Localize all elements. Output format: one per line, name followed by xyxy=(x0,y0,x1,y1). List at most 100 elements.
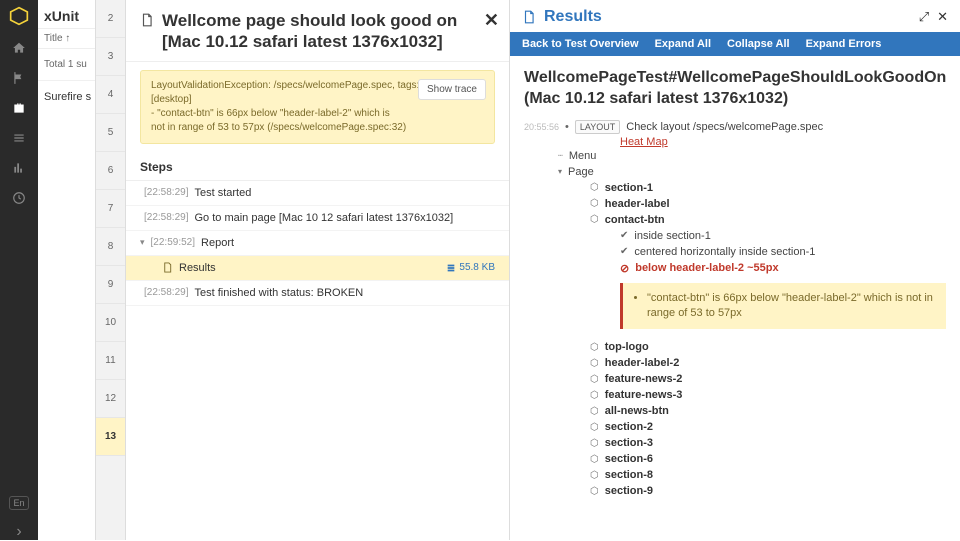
tree-node[interactable]: section-1 xyxy=(605,182,653,194)
step-row[interactable]: [22:58:29] Go to main page [Mac 10 12 sa… xyxy=(126,206,509,231)
cube-icon: ⬡ xyxy=(590,390,599,401)
briefcase-icon[interactable] xyxy=(11,100,27,116)
test-num[interactable]: 11 xyxy=(96,342,125,380)
chart-icon[interactable] xyxy=(11,160,27,176)
step-timestamp: [22:58:29] xyxy=(144,212,188,223)
caret-icon[interactable]: ┄ xyxy=(558,151,563,160)
tree-node[interactable]: section-3 xyxy=(605,437,653,449)
cube-icon: ⬡ xyxy=(590,470,599,481)
tree-node[interactable]: header-label xyxy=(605,198,670,210)
tree-node[interactable]: Menu xyxy=(569,150,597,162)
show-trace-button[interactable]: Show trace xyxy=(418,79,486,100)
exception-box: Show trace LayoutValidationException: /s… xyxy=(140,70,495,144)
cube-icon: ⬡ xyxy=(590,358,599,369)
suite-item[interactable]: Surefire s xyxy=(38,81,95,113)
chevron-down-icon[interactable]: ▾ xyxy=(140,237,145,248)
attachment-name: Results xyxy=(179,262,216,274)
tree-node[interactable]: contact-btn xyxy=(605,214,665,226)
validation-text: centered horizontally inside section-1 xyxy=(634,246,815,258)
bullet-icon: • xyxy=(565,121,569,133)
cube-icon: ⬡ xyxy=(590,454,599,465)
tree-timestamp: 20:55:56 xyxy=(524,122,559,132)
layout-tag: LAYOUT xyxy=(575,120,620,134)
test-num[interactable]: 10 xyxy=(96,304,125,342)
cube-icon: ⬡ xyxy=(590,422,599,433)
test-num[interactable]: 12 xyxy=(96,380,125,418)
suite-list-column: xUnit Title ↑ Total 1 su Surefire s xyxy=(38,0,96,540)
cube-icon: ⬡ xyxy=(590,374,599,385)
step-row[interactable]: [22:58:29] Test started xyxy=(126,181,509,206)
test-num[interactable]: 7 xyxy=(96,190,125,228)
sort-control[interactable]: Title ↑ xyxy=(38,29,95,49)
check-icon: ✔ xyxy=(620,230,628,241)
cube-icon: ⬡ xyxy=(590,198,599,209)
test-num[interactable]: 3 xyxy=(96,38,125,76)
chevron-down-icon[interactable]: ▾ xyxy=(558,167,562,176)
attachment-size: 55.8 KB xyxy=(446,262,495,273)
tree-node[interactable]: section-6 xyxy=(605,453,653,465)
language-selector[interactable]: En xyxy=(9,496,28,510)
results-toolbar: Back to Test Overview Expand All Collaps… xyxy=(510,32,960,56)
tree-node[interactable]: section-9 xyxy=(605,485,653,497)
panel-title: xUnit xyxy=(38,0,95,29)
results-heading: WellcomePageTest#WellcomePageShouldLookG… xyxy=(510,56,960,118)
error-message: "contact-btn" is 66px below "header-labe… xyxy=(647,291,936,322)
results-title: Results xyxy=(544,8,602,26)
results-panel: Results ⤢ ✕ Back to Test Overview Expand… xyxy=(510,0,960,540)
step-timestamp: [22:59:52] xyxy=(151,237,195,248)
close-icon[interactable]: ✕ xyxy=(937,9,948,25)
left-icon-sidebar: En › xyxy=(0,0,38,540)
step-text: Test started xyxy=(194,187,251,199)
back-to-overview-button[interactable]: Back to Test Overview xyxy=(522,38,639,50)
attachment-row[interactable]: Results 55.8 KB xyxy=(126,256,509,281)
exception-text: not in range of 53 to 57px (/specs/welco… xyxy=(151,121,484,135)
tree-node[interactable]: top-logo xyxy=(605,341,649,353)
tree-node[interactable]: section-2 xyxy=(605,421,653,433)
expand-errors-button[interactable]: Expand Errors xyxy=(806,38,882,50)
cube-icon: ⬡ xyxy=(590,182,599,193)
clock-icon[interactable] xyxy=(11,190,27,206)
test-num[interactable]: 13 xyxy=(96,418,125,456)
validation-error-text: below header-label-2 ~55px xyxy=(635,262,778,274)
cube-icon: ⬡ xyxy=(590,342,599,353)
expand-window-icon[interactable]: ⤢ xyxy=(919,9,929,25)
test-num[interactable]: 5 xyxy=(96,114,125,152)
test-num[interactable]: 9 xyxy=(96,266,125,304)
expand-sidebar-icon[interactable]: › xyxy=(11,524,27,540)
document-icon xyxy=(162,262,173,273)
step-row[interactable]: ▾ [22:59:52] Report xyxy=(126,231,509,256)
test-num[interactable]: 4 xyxy=(96,76,125,114)
tree-node[interactable]: section-8 xyxy=(605,469,653,481)
expand-all-button[interactable]: Expand All xyxy=(655,38,711,50)
cube-icon: ⬡ xyxy=(590,438,599,449)
test-num[interactable]: 8 xyxy=(96,228,125,266)
step-timestamp: [22:58:29] xyxy=(144,287,188,298)
step-row[interactable]: [22:58:29] Test finished with status: BR… xyxy=(126,281,509,306)
test-num[interactable]: 2 xyxy=(96,0,125,38)
validation-text: inside section-1 xyxy=(634,230,710,242)
tree-node[interactable]: feature-news-3 xyxy=(605,389,683,401)
tree-node[interactable]: feature-news-2 xyxy=(605,373,683,385)
test-number-column: 2 3 4 5 6 7 8 9 10 11 12 13 xyxy=(96,0,126,540)
list-icon[interactable] xyxy=(11,130,27,146)
heat-map-link[interactable]: Heat Map xyxy=(620,136,946,148)
collapse-all-button[interactable]: Collapse All xyxy=(727,38,790,50)
document-icon xyxy=(522,10,536,24)
tree-node[interactable]: Page xyxy=(568,166,594,178)
step-text: Test finished with status: BROKEN xyxy=(194,287,363,299)
test-num[interactable]: 6 xyxy=(96,152,125,190)
total-suites-label: Total 1 su xyxy=(38,49,95,81)
check-icon: ✔ xyxy=(620,246,628,257)
exception-text: - "contact-btn" is 66px below "header-la… xyxy=(151,107,484,121)
error-icon: ⊘ xyxy=(620,262,629,275)
tree-node[interactable]: all-news-btn xyxy=(605,405,669,417)
flag-icon[interactable] xyxy=(11,70,27,86)
steps-list: [22:58:29] Test started [22:58:29] Go to… xyxy=(126,181,509,541)
test-detail-panel: Wellcome page should look good on [Mac 1… xyxy=(126,0,510,540)
home-icon[interactable] xyxy=(11,40,27,56)
tree-node[interactable]: header-label-2 xyxy=(605,357,680,369)
test-title: Wellcome page should look good on [Mac 1… xyxy=(162,10,495,53)
tree-text: Check layout /specs/welcomePage.spec xyxy=(626,121,823,133)
cube-icon: ⬡ xyxy=(590,486,599,497)
close-icon[interactable]: ✕ xyxy=(484,10,499,31)
